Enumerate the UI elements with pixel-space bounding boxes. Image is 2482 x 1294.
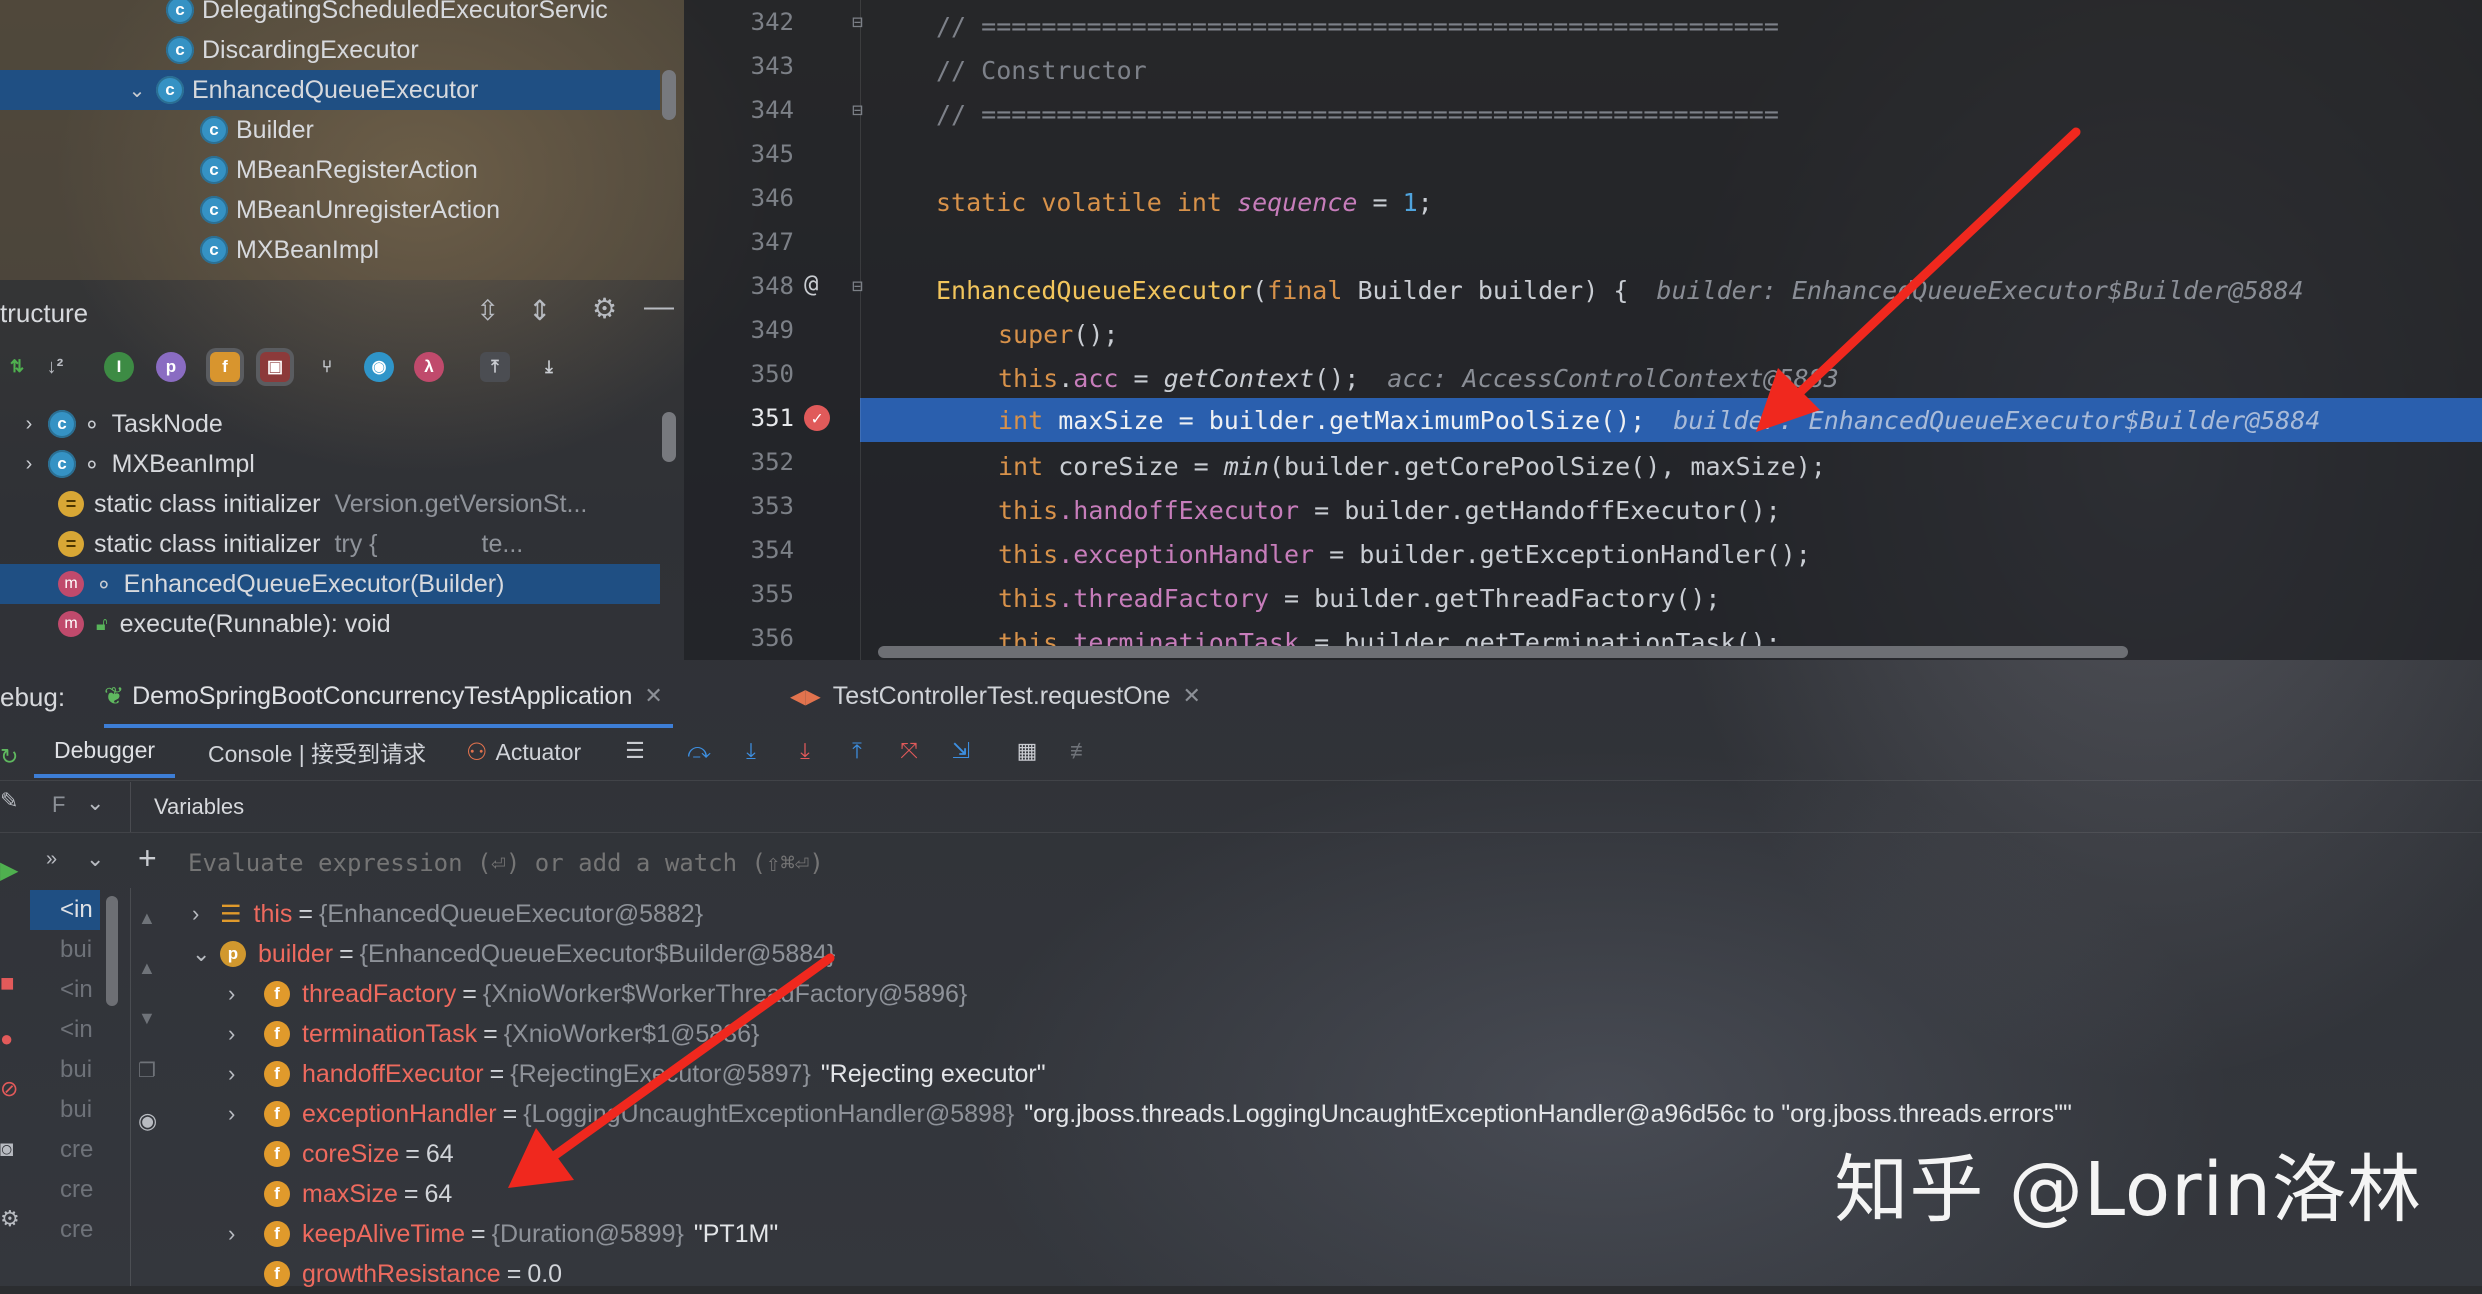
red-arrow-bottom	[508, 953, 835, 1188]
red-arrow-top	[1756, 127, 2081, 432]
watermark: 知乎 @Lorin洛林	[1834, 1147, 2422, 1233]
annotation-arrows	[508, 127, 2081, 1188]
